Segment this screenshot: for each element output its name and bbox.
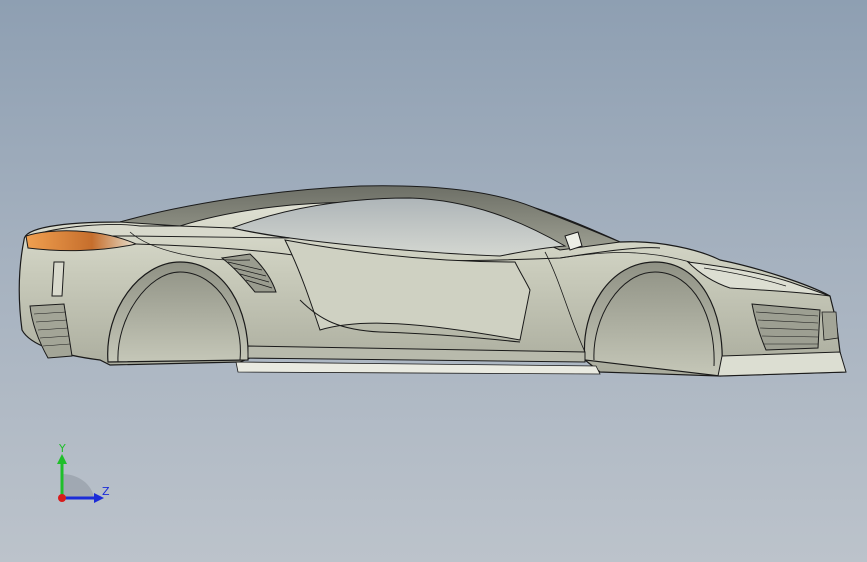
skirt — [235, 361, 601, 375]
triad-plane — [62, 474, 94, 498]
front-splitter — [717, 351, 847, 377]
graphics-viewport[interactable]: Y Z — [0, 0, 867, 562]
y-axis-arrow — [57, 454, 67, 464]
front-side-vent — [821, 311, 839, 341]
z-axis-label: Z — [102, 485, 110, 498]
x-axis-dot — [58, 494, 66, 502]
y-axis-label: Y — [58, 442, 66, 455]
car-body-model[interactable] — [0, 0, 867, 562]
coordinate-triad: Y Z — [57, 442, 110, 503]
rear-reflector — [51, 261, 65, 297]
